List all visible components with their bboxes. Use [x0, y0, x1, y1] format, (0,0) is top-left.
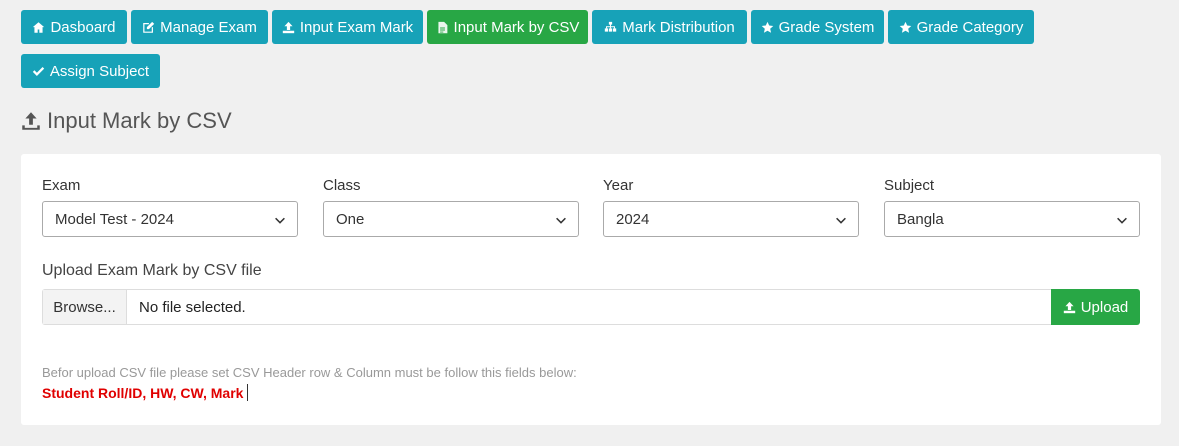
nav-button-label: Dasboard [50, 18, 116, 36]
star-icon [899, 21, 911, 33]
exam-label: Exam [42, 177, 81, 194]
year-select-value: 2024 [616, 210, 650, 228]
required-fields-text: Student Roll/ID, HW, CW, Mark [42, 384, 249, 401]
nav-button-mark-distribution[interactable]: Mark Distribution [592, 10, 747, 44]
class-select[interactable]: One [323, 201, 579, 237]
chevron-down-icon [836, 217, 846, 224]
upload-icon [22, 112, 40, 130]
subject-select-value: Bangla [897, 210, 944, 228]
check-icon [32, 66, 45, 76]
nav-button-label: Input Mark by CSV [453, 18, 580, 36]
chevron-down-icon [556, 217, 566, 224]
class-select-value: One [336, 210, 365, 228]
nav-button-input-mark-by-csv[interactable]: Input Mark by CSV [427, 10, 588, 44]
year-label: Year [603, 177, 634, 194]
browse-button[interactable]: Browse... [43, 290, 127, 324]
upload-button[interactable]: Upload [1051, 289, 1140, 325]
nav-button-manage-exam[interactable]: Manage Exam [131, 10, 268, 44]
upload-csv-label: Upload Exam Mark by CSV file [42, 262, 262, 279]
home-icon [33, 21, 45, 33]
nav-button-label: Mark Distribution [622, 18, 735, 36]
nav-button-input-exam-mark[interactable]: Input Exam Mark [272, 10, 423, 44]
upload-button-label: Upload [1080, 298, 1129, 316]
chevron-down-icon [275, 217, 285, 224]
csv-file-icon [437, 21, 447, 33]
csv-format-note: Befor upload CSV file please set CSV Hea… [42, 365, 577, 380]
nav-button-label: Input Exam Mark [299, 18, 414, 36]
class-label: Class [323, 177, 361, 194]
file-status-text: No file selected. [139, 298, 246, 316]
star-icon [761, 21, 773, 33]
subject-select[interactable]: Bangla [884, 201, 1140, 237]
exam-select[interactable]: Model Test - 2024 [42, 201, 298, 237]
upload-icon [1063, 301, 1075, 313]
upload-icon [282, 21, 294, 33]
nav-button-label: Manage Exam [160, 18, 257, 36]
required-fields-value: Student Roll/ID, HW, CW, Mark [42, 384, 244, 401]
nav-button-grade-category[interactable]: Grade Category [888, 10, 1034, 44]
file-input[interactable]: Browse... No file selected. [42, 289, 1052, 325]
nav-button-label: Grade Category [916, 18, 1024, 36]
chevron-down-icon [1117, 217, 1127, 224]
nav-button-label: Assign Subject [49, 62, 150, 80]
nav-button-grade-system[interactable]: Grade System [751, 10, 884, 44]
page-title-text: Input Mark by CSV [47, 108, 232, 133]
year-select[interactable]: 2024 [603, 201, 859, 237]
text-cursor [247, 384, 249, 401]
exam-select-value: Model Test - 2024 [55, 210, 174, 228]
edit-icon [143, 21, 155, 33]
sitemap-icon [605, 21, 617, 32]
nav-button-assign-subject[interactable]: Assign Subject [21, 54, 160, 88]
page-title: Input Mark by CSV [21, 108, 232, 134]
nav-button-dashboard[interactable]: Dasboard [21, 10, 127, 44]
subject-label: Subject [884, 177, 935, 194]
nav-button-label: Grade System [778, 18, 875, 36]
